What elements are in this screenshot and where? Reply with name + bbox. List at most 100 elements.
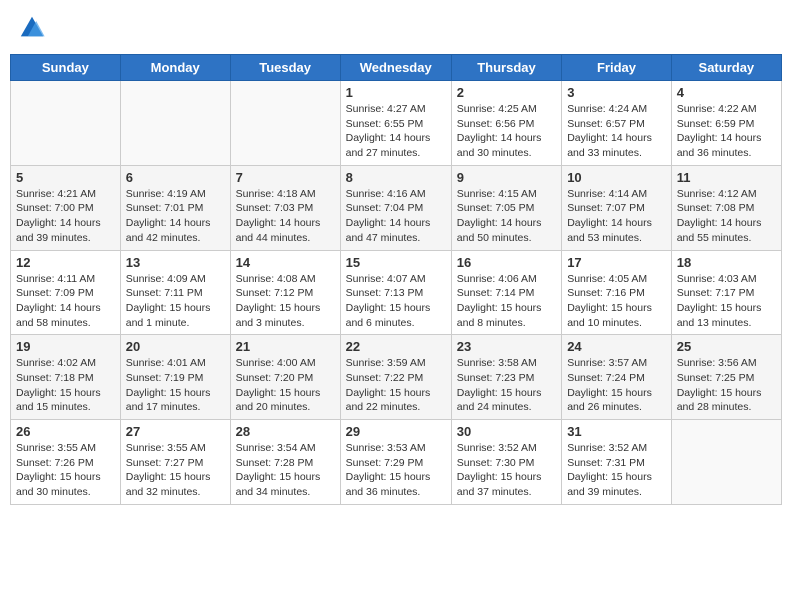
calendar-cell: 9 Sunrise: 4:15 AM Sunset: 7:05 PM Daylig… xyxy=(451,165,561,250)
calendar-week-row: 19 Sunrise: 4:02 AM Sunset: 7:18 PM Dayli… xyxy=(11,335,782,420)
day-number: 4 xyxy=(677,85,776,100)
day-number: 28 xyxy=(236,424,335,439)
calendar-cell: 2 Sunrise: 4:25 AM Sunset: 6:56 PM Daylig… xyxy=(451,81,561,166)
page-header xyxy=(10,10,782,46)
day-number: 31 xyxy=(567,424,666,439)
day-info: Sunrise: 4:18 AM Sunset: 7:03 PM Dayligh… xyxy=(236,187,335,246)
calendar-cell: 17Sunrise: 4:05 AM Sunset: 7:16 PM Dayli… xyxy=(562,250,672,335)
day-number: 21 xyxy=(236,339,335,354)
day-info: Sunrise: 4:11 AM Sunset: 7:09 PM Dayligh… xyxy=(16,272,115,331)
calendar-cell: 10 Sunrise: 4:14 AM Sunset: 7:07 PM Dayli… xyxy=(562,165,672,250)
calendar-cell: 23 Sunrise: 3:58 AM Sunset: 7:23 PM Dayli… xyxy=(451,335,561,420)
day-info: Sunrise: 4:16 AM Sunset: 7:04 PM Dayligh… xyxy=(346,187,446,246)
day-number: 6 xyxy=(126,170,225,185)
day-info: Sunrise: 3:55 AM Sunset: 7:26 PM Dayligh… xyxy=(16,441,115,500)
day-info: Sunrise: 4:00 AM Sunset: 7:20 PM Dayligh… xyxy=(236,356,335,415)
day-info: Sunrise: 3:52 AM Sunset: 7:30 PM Dayligh… xyxy=(457,441,556,500)
calendar-cell: 27 Sunrise: 3:55 AM Sunset: 7:27 PM Dayli… xyxy=(120,420,230,505)
calendar-week-row: 5 Sunrise: 4:21 AM Sunset: 7:00 PM Daylig… xyxy=(11,165,782,250)
day-number: 12 xyxy=(16,255,115,270)
day-info: Sunrise: 3:55 AM Sunset: 7:27 PM Dayligh… xyxy=(126,441,225,500)
calendar-cell: 4 Sunrise: 4:22 AM Sunset: 6:59 PM Daylig… xyxy=(671,81,781,166)
weekday-header: Wednesday xyxy=(340,55,451,81)
day-number: 9 xyxy=(457,170,556,185)
calendar-table: SundayMondayTuesdayWednesdayThursdayFrid… xyxy=(10,54,782,505)
day-number: 27 xyxy=(126,424,225,439)
day-info: Sunrise: 4:01 AM Sunset: 7:19 PM Dayligh… xyxy=(126,356,225,415)
calendar-cell xyxy=(11,81,121,166)
calendar-cell: 21 Sunrise: 4:00 AM Sunset: 7:20 PM Dayli… xyxy=(230,335,340,420)
calendar-cell xyxy=(671,420,781,505)
day-info: Sunrise: 4:14 AM Sunset: 7:07 PM Dayligh… xyxy=(567,187,666,246)
weekday-header: Monday xyxy=(120,55,230,81)
day-number: 29 xyxy=(346,424,446,439)
calendar-cell: 22Sunrise: 3:59 AM Sunset: 7:22 PM Dayli… xyxy=(340,335,451,420)
day-number: 20 xyxy=(126,339,225,354)
calendar-cell: 16Sunrise: 4:06 AM Sunset: 7:14 PM Dayli… xyxy=(451,250,561,335)
day-info: Sunrise: 4:25 AM Sunset: 6:56 PM Dayligh… xyxy=(457,102,556,161)
day-number: 24 xyxy=(567,339,666,354)
day-number: 7 xyxy=(236,170,335,185)
calendar-cell: 28 Sunrise: 3:54 AM Sunset: 7:28 PM Dayli… xyxy=(230,420,340,505)
calendar-cell: 20 Sunrise: 4:01 AM Sunset: 7:19 PM Dayli… xyxy=(120,335,230,420)
calendar-cell: 14Sunrise: 4:08 AM Sunset: 7:12 PM Dayli… xyxy=(230,250,340,335)
calendar-cell xyxy=(230,81,340,166)
day-number: 19 xyxy=(16,339,115,354)
calendar-cell: 12 Sunrise: 4:11 AM Sunset: 7:09 PM Dayli… xyxy=(11,250,121,335)
weekday-header: Saturday xyxy=(671,55,781,81)
day-info: Sunrise: 3:52 AM Sunset: 7:31 PM Dayligh… xyxy=(567,441,666,500)
logo xyxy=(18,14,50,42)
calendar-cell: 1 Sunrise: 4:27 AM Sunset: 6:55 PM Daylig… xyxy=(340,81,451,166)
day-info: Sunrise: 3:57 AM Sunset: 7:24 PM Dayligh… xyxy=(567,356,666,415)
day-info: Sunrise: 4:21 AM Sunset: 7:00 PM Dayligh… xyxy=(16,187,115,246)
weekday-header: Thursday xyxy=(451,55,561,81)
calendar-cell: 7 Sunrise: 4:18 AM Sunset: 7:03 PM Daylig… xyxy=(230,165,340,250)
calendar-cell: 25 Sunrise: 3:56 AM Sunset: 7:25 PM Dayli… xyxy=(671,335,781,420)
day-info: Sunrise: 4:19 AM Sunset: 7:01 PM Dayligh… xyxy=(126,187,225,246)
day-info: Sunrise: 4:03 AM Sunset: 7:17 PM Dayligh… xyxy=(677,272,776,331)
day-number: 13 xyxy=(126,255,225,270)
day-info: Sunrise: 4:07 AM Sunset: 7:13 PM Dayligh… xyxy=(346,272,446,331)
weekday-header: Friday xyxy=(562,55,672,81)
calendar-cell: 15Sunrise: 4:07 AM Sunset: 7:13 PM Dayli… xyxy=(340,250,451,335)
calendar-week-row: 12 Sunrise: 4:11 AM Sunset: 7:09 PM Dayli… xyxy=(11,250,782,335)
calendar-cell: 30 Sunrise: 3:52 AM Sunset: 7:30 PM Dayli… xyxy=(451,420,561,505)
day-info: Sunrise: 4:27 AM Sunset: 6:55 PM Dayligh… xyxy=(346,102,446,161)
day-info: Sunrise: 4:02 AM Sunset: 7:18 PM Dayligh… xyxy=(16,356,115,415)
day-number: 23 xyxy=(457,339,556,354)
day-number: 1 xyxy=(346,85,446,100)
calendar-cell: 3Sunrise: 4:24 AM Sunset: 6:57 PM Daylig… xyxy=(562,81,672,166)
day-info: Sunrise: 3:56 AM Sunset: 7:25 PM Dayligh… xyxy=(677,356,776,415)
calendar-cell: 31 Sunrise: 3:52 AM Sunset: 7:31 PM Dayli… xyxy=(562,420,672,505)
day-info: Sunrise: 4:09 AM Sunset: 7:11 PM Dayligh… xyxy=(126,272,225,331)
day-info: Sunrise: 4:22 AM Sunset: 6:59 PM Dayligh… xyxy=(677,102,776,161)
weekday-header: Sunday xyxy=(11,55,121,81)
day-info: Sunrise: 4:24 AM Sunset: 6:57 PM Dayligh… xyxy=(567,102,666,161)
calendar-cell: 24 Sunrise: 3:57 AM Sunset: 7:24 PM Dayli… xyxy=(562,335,672,420)
day-info: Sunrise: 3:58 AM Sunset: 7:23 PM Dayligh… xyxy=(457,356,556,415)
calendar-cell: 8 Sunrise: 4:16 AM Sunset: 7:04 PM Daylig… xyxy=(340,165,451,250)
day-number: 14 xyxy=(236,255,335,270)
calendar-cell: 26Sunrise: 3:55 AM Sunset: 7:26 PM Dayli… xyxy=(11,420,121,505)
calendar-cell: 18 Sunrise: 4:03 AM Sunset: 7:17 PM Dayli… xyxy=(671,250,781,335)
day-number: 5 xyxy=(16,170,115,185)
calendar-week-row: 1 Sunrise: 4:27 AM Sunset: 6:55 PM Daylig… xyxy=(11,81,782,166)
day-number: 11 xyxy=(677,170,776,185)
calendar-cell xyxy=(120,81,230,166)
day-number: 17 xyxy=(567,255,666,270)
day-number: 18 xyxy=(677,255,776,270)
calendar-header-row: SundayMondayTuesdayWednesdayThursdayFrid… xyxy=(11,55,782,81)
day-info: Sunrise: 4:15 AM Sunset: 7:05 PM Dayligh… xyxy=(457,187,556,246)
day-info: Sunrise: 3:54 AM Sunset: 7:28 PM Dayligh… xyxy=(236,441,335,500)
day-number: 2 xyxy=(457,85,556,100)
day-info: Sunrise: 4:12 AM Sunset: 7:08 PM Dayligh… xyxy=(677,187,776,246)
calendar-cell: 19 Sunrise: 4:02 AM Sunset: 7:18 PM Dayli… xyxy=(11,335,121,420)
day-info: Sunrise: 4:06 AM Sunset: 7:14 PM Dayligh… xyxy=(457,272,556,331)
day-number: 25 xyxy=(677,339,776,354)
calendar-cell: 5 Sunrise: 4:21 AM Sunset: 7:00 PM Daylig… xyxy=(11,165,121,250)
calendar-cell: 6 Sunrise: 4:19 AM Sunset: 7:01 PM Daylig… xyxy=(120,165,230,250)
day-number: 10 xyxy=(567,170,666,185)
day-number: 8 xyxy=(346,170,446,185)
day-info: Sunrise: 3:59 AM Sunset: 7:22 PM Dayligh… xyxy=(346,356,446,415)
day-number: 30 xyxy=(457,424,556,439)
